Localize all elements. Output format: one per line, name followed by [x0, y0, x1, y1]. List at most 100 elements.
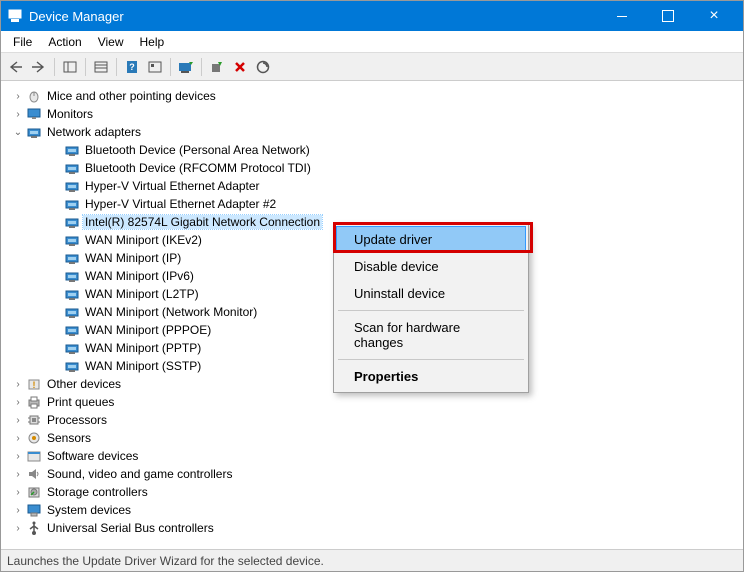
- enable-device-button[interactable]: [206, 56, 228, 78]
- toolbar: ?: [1, 53, 743, 81]
- tree-category[interactable]: › Storage controllers: [1, 483, 743, 501]
- storage-icon: [25, 484, 43, 500]
- uninstall-device-button[interactable]: [229, 56, 251, 78]
- mouse-icon: [25, 88, 43, 104]
- chevron-right-icon[interactable]: ›: [11, 433, 25, 444]
- scan-hardware-button[interactable]: [252, 56, 274, 78]
- network-icon: [63, 160, 81, 176]
- tree-category[interactable]: › Processors: [1, 411, 743, 429]
- properties-button[interactable]: [90, 56, 112, 78]
- context-menu-item[interactable]: Scan for hardware changes: [336, 314, 526, 356]
- toolbar-separator: [170, 58, 171, 76]
- tree-category[interactable]: › Sensors: [1, 429, 743, 447]
- tree-category-label: Other devices: [45, 377, 123, 391]
- tree-category-label: Sound, video and game controllers: [45, 467, 234, 481]
- cpu-icon: [25, 412, 43, 428]
- tree-item-label: Bluetooth Device (RFCOMM Protocol TDI): [83, 161, 313, 175]
- tree-category[interactable]: › Monitors: [1, 105, 743, 123]
- usb-icon: [25, 520, 43, 536]
- network-icon: [63, 286, 81, 302]
- tree-item[interactable]: Hyper-V Virtual Ethernet Adapter: [1, 177, 743, 195]
- chevron-right-icon[interactable]: ›: [11, 91, 25, 102]
- network-icon: [25, 124, 43, 140]
- menu-help[interactable]: Help: [132, 33, 173, 51]
- tree-item-label: Intel(R) 82574L Gigabit Network Connecti…: [83, 215, 322, 229]
- tree-category-label: Network adapters: [45, 125, 143, 139]
- menubar: File Action View Help: [1, 31, 743, 53]
- network-icon: [63, 268, 81, 284]
- chevron-right-icon[interactable]: ›: [11, 523, 25, 534]
- menu-separator: [338, 310, 524, 311]
- chevron-right-icon[interactable]: ›: [11, 379, 25, 390]
- tree-category[interactable]: › Universal Serial Bus controllers: [1, 519, 743, 537]
- menu-file[interactable]: File: [5, 33, 40, 51]
- chevron-right-icon[interactable]: ›: [11, 415, 25, 426]
- minimize-button[interactable]: [599, 1, 645, 31]
- tree-category-label: Monitors: [45, 107, 95, 121]
- menu-separator: [338, 359, 524, 360]
- printer-icon: [25, 394, 43, 410]
- close-button[interactable]: ×: [691, 1, 737, 31]
- chevron-right-icon[interactable]: ›: [11, 469, 25, 480]
- network-icon: [63, 178, 81, 194]
- statusbar: Launches the Update Driver Wizard for th…: [1, 549, 743, 571]
- tree-category-label: Print queues: [45, 395, 116, 409]
- context-menu-item[interactable]: Uninstall device: [336, 280, 526, 307]
- chevron-right-icon[interactable]: ›: [11, 397, 25, 408]
- toolbar-separator: [201, 58, 202, 76]
- sensor-icon: [25, 430, 43, 446]
- tree-item-label: WAN Miniport (PPTP): [83, 341, 203, 355]
- tree-item-label: Hyper-V Virtual Ethernet Adapter #2: [83, 197, 278, 211]
- update-driver-button[interactable]: [175, 56, 197, 78]
- tree-item-label: WAN Miniport (IPv6): [83, 269, 196, 283]
- network-icon: [63, 142, 81, 158]
- context-menu: Update driverDisable deviceUninstall dev…: [333, 223, 529, 393]
- tree-item-label: WAN Miniport (IKEv2): [83, 233, 204, 247]
- svg-text:?: ?: [129, 62, 135, 72]
- tree-item-label: WAN Miniport (IP): [83, 251, 183, 265]
- forward-button[interactable]: [28, 56, 50, 78]
- chevron-right-icon[interactable]: ›: [11, 487, 25, 498]
- tree-item-label: WAN Miniport (PPPOE): [83, 323, 213, 337]
- tree-category[interactable]: › Sound, video and game controllers: [1, 465, 743, 483]
- tree-category-label: Storage controllers: [45, 485, 150, 499]
- network-icon: [63, 322, 81, 338]
- tree-category[interactable]: ›Mice and other pointing devices: [1, 87, 743, 105]
- monitor-icon: [25, 106, 43, 122]
- tree-item[interactable]: Bluetooth Device (RFCOMM Protocol TDI): [1, 159, 743, 177]
- audio-icon: [25, 466, 43, 482]
- tree-item[interactable]: Bluetooth Device (Personal Area Network): [1, 141, 743, 159]
- window-title: Device Manager: [29, 9, 599, 24]
- context-menu-item[interactable]: Disable device: [336, 253, 526, 280]
- network-icon: [63, 232, 81, 248]
- help-button[interactable]: ?: [121, 56, 143, 78]
- tree-category[interactable]: › System devices: [1, 501, 743, 519]
- menu-action[interactable]: Action: [40, 33, 89, 51]
- network-icon: [63, 250, 81, 266]
- menu-view[interactable]: View: [90, 33, 132, 51]
- tree-category[interactable]: › Print queues: [1, 393, 743, 411]
- context-menu-item[interactable]: Properties: [336, 363, 526, 390]
- tree-item-label: Hyper-V Virtual Ethernet Adapter: [83, 179, 262, 193]
- chevron-down-icon[interactable]: ⌄: [11, 127, 25, 138]
- tree-category-label: Sensors: [45, 431, 93, 445]
- network-icon: [63, 358, 81, 374]
- tree-category-label: System devices: [45, 503, 133, 517]
- network-icon: [63, 196, 81, 212]
- tree-category[interactable]: ⌄ Network adapters: [1, 123, 743, 141]
- chevron-right-icon[interactable]: ›: [11, 109, 25, 120]
- toolbar-separator: [85, 58, 86, 76]
- back-button[interactable]: [5, 56, 27, 78]
- tree-category[interactable]: ›Software devices: [1, 447, 743, 465]
- maximize-button[interactable]: [645, 1, 691, 31]
- chevron-right-icon[interactable]: ›: [11, 451, 25, 462]
- tree-category-label: Processors: [45, 413, 109, 427]
- tree-item[interactable]: Hyper-V Virtual Ethernet Adapter #2: [1, 195, 743, 213]
- chevron-right-icon[interactable]: ›: [11, 505, 25, 516]
- action-button[interactable]: [144, 56, 166, 78]
- tree-category-label: Universal Serial Bus controllers: [45, 521, 216, 535]
- show-hide-console-tree-button[interactable]: [59, 56, 81, 78]
- system-icon: [25, 502, 43, 518]
- context-menu-item[interactable]: Update driver: [336, 226, 526, 253]
- software-icon: [25, 448, 43, 464]
